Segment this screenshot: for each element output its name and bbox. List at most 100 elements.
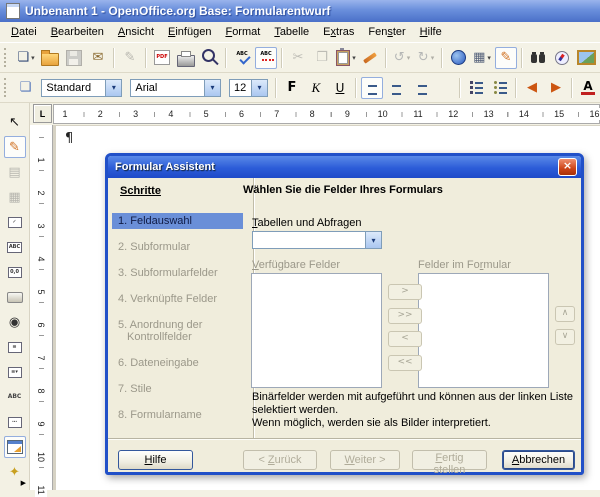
find-icon[interactable] (527, 47, 549, 69)
steps-header: Schritte (120, 185, 253, 197)
select-icon[interactable]: ↖ (4, 111, 26, 133)
menu-ansicht[interactable]: Ansicht (111, 24, 161, 40)
align-center-icon[interactable] (385, 77, 407, 99)
wizard-step-3[interactable]: 3. Subformularfelder (112, 265, 253, 281)
dropdown-arrow-icon[interactable]: ▾ (431, 54, 435, 62)
bold-icon[interactable]: F (281, 77, 303, 99)
menu-format[interactable]: Format (218, 24, 267, 40)
toolbar-separator (515, 78, 517, 98)
menu-fenster[interactable]: Fenster (361, 24, 412, 40)
underline-icon[interactable]: U (329, 77, 351, 99)
available-fields-listbox[interactable] (251, 273, 382, 388)
combo-box-icon[interactable]: ≡▾ (4, 361, 26, 383)
list-box-icon[interactable]: ≡ (4, 336, 26, 358)
format-paintbrush-icon[interactable] (359, 47, 381, 69)
wizard-step-1[interactable]: 1. Feldauswahl (112, 213, 243, 229)
more-controls-icon[interactable]: ⋯ (4, 411, 26, 433)
wizard-step-4[interactable]: 4. Verknüpfte Felder (112, 291, 253, 307)
spellcheck-icon[interactable]: ABC (231, 47, 253, 69)
titlebar[interactable]: Unbenannt 1 - OpenOffice.org Base: Formu… (0, 0, 600, 22)
print-icon[interactable] (175, 47, 197, 69)
font-name-combobox[interactable]: Arial ▾ (130, 79, 221, 97)
design-mode-icon[interactable]: ✎ (495, 47, 517, 69)
form-properties-icon: ▦ (4, 186, 26, 208)
menu-datei[interactable]: Datei (4, 24, 44, 40)
page-preview-icon[interactable] (199, 47, 221, 69)
dropdown-arrow-icon[interactable]: ▾ (487, 54, 491, 62)
dropdown-arrow-icon[interactable]: ▾ (251, 80, 267, 96)
paragraph-style-combobox[interactable]: Standard ▾ (41, 79, 122, 97)
apply-style-icon[interactable]: ❏ (14, 77, 36, 99)
font-size-value[interactable]: 12 (230, 82, 251, 94)
check-box-icon[interactable]: ✓ (4, 211, 26, 233)
ruler-number: 5 (35, 285, 47, 299)
dropdown-arrow-icon[interactable]: ▾ (365, 232, 381, 248)
increase-indent-icon[interactable]: ▶ (545, 77, 567, 99)
export-pdf-icon[interactable]: PDF (151, 47, 173, 69)
insert-table-icon[interactable]: ▦▾ (471, 47, 493, 69)
ruler-number: 2 (93, 108, 107, 120)
design-mode-icon[interactable]: ✎ (4, 136, 26, 158)
dropdown-arrow-icon[interactable]: ▾ (407, 54, 411, 62)
toolbar-separator (113, 48, 115, 68)
form-fields-label: Felder im Formular (418, 259, 511, 271)
align-right-icon[interactable] (409, 77, 431, 99)
ruler-number: 7 (35, 351, 47, 365)
paste-icon[interactable]: ▾ (335, 47, 357, 69)
numbered-list-icon[interactable] (465, 77, 487, 99)
push-button-icon[interactable] (4, 286, 26, 308)
label-field-icon[interactable]: ABC (4, 386, 26, 408)
menu-extras[interactable]: Extras (316, 24, 361, 40)
horizontal-ruler[interactable]: 12345678910111213141516 (53, 104, 600, 124)
navigator-icon[interactable] (551, 47, 573, 69)
redo-icon: ↻▾ (415, 47, 437, 69)
auto-spellcheck-icon[interactable]: ABC (255, 47, 277, 69)
text-box-icon[interactable]: ABC (4, 236, 26, 258)
edit-file-icon: ✎ (119, 47, 141, 69)
dropdown-arrow-icon[interactable]: ▾ (105, 80, 121, 96)
tab-stop-selector[interactable]: L (33, 104, 52, 123)
wizard-step-7[interactable]: 7. Stile (112, 381, 253, 397)
option-button-icon[interactable]: ◉ (4, 311, 26, 333)
close-icon[interactable]: × (558, 158, 577, 176)
dropdown-arrow-icon[interactable]: ▾ (204, 80, 220, 96)
wizard-step-8[interactable]: 8. Formularname (112, 407, 253, 423)
dialog-titlebar[interactable]: Formular Assistent × (108, 156, 581, 178)
dropdown-arrow-icon[interactable]: ▾ (352, 54, 356, 62)
paragraph-mark: ¶ (65, 131, 73, 146)
paragraph-style-value[interactable]: Standard (42, 82, 105, 94)
toolbar-overflow-arrow-icon[interactable]: ▶ (21, 479, 26, 487)
font-name-value[interactable]: Arial (131, 82, 204, 94)
font-size-combobox[interactable]: 12 ▾ (229, 79, 268, 97)
bullet-list-icon[interactable] (489, 77, 511, 99)
tables-combobox[interactable]: ▾ (252, 231, 382, 249)
vertical-ruler[interactable]: 1234567891011 (30, 125, 53, 490)
justify-icon[interactable] (433, 77, 455, 99)
wizard-step-2[interactable]: 2. Subformular (112, 239, 253, 255)
wizard-step-5[interactable]: 5. Anordnung der Kontrollfelder (112, 317, 253, 345)
font-color-icon[interactable]: A (577, 77, 599, 99)
cancel-button[interactable]: Abbrechen (502, 450, 575, 470)
menu-einfuegen[interactable]: Einfügen (161, 24, 218, 40)
dropdown-arrow-icon[interactable]: ▾ (31, 54, 35, 62)
hyperlink-icon[interactable] (447, 47, 469, 69)
menu-bearbeiten[interactable]: Bearbeiten (44, 24, 111, 40)
new-document-icon[interactable]: ❏▾ (15, 47, 37, 69)
help-button[interactable]: Hilfe (118, 450, 193, 470)
toolbar-grip[interactable] (4, 48, 9, 67)
formatted-field-icon[interactable]: 0,0 (4, 261, 26, 283)
send-email-icon[interactable]: ✉ (87, 47, 109, 69)
form-fields-listbox[interactable] (418, 273, 549, 388)
toolbar-grip[interactable] (4, 78, 8, 97)
menu-tabelle[interactable]: Tabelle (267, 24, 316, 40)
ruler-number: 10 (35, 450, 47, 464)
next-button: Weiter > (330, 450, 400, 470)
form-design-icon[interactable] (4, 436, 26, 458)
italic-icon[interactable]: K (305, 77, 327, 99)
align-left-icon[interactable] (361, 77, 383, 99)
menu-hilfe[interactable]: Hilfe (413, 24, 449, 40)
gallery-icon[interactable] (575, 47, 597, 69)
decrease-indent-icon[interactable]: ◀ (521, 77, 543, 99)
open-folder-icon[interactable] (39, 47, 61, 69)
wizard-step-6[interactable]: 6. Dateneingabe (112, 355, 253, 371)
